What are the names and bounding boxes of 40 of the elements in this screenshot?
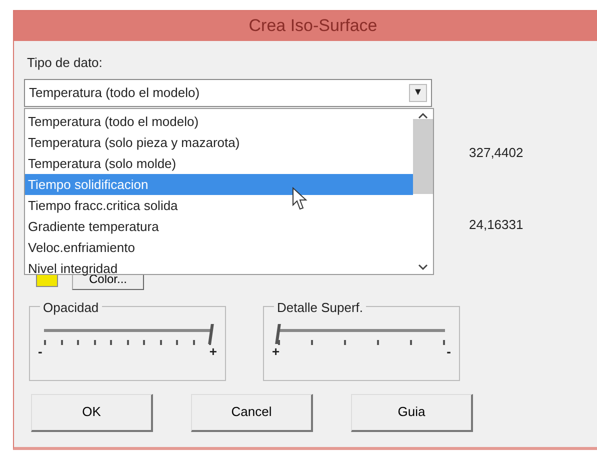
tick-mark: [278, 340, 280, 344]
dialog-button[interactable]: OK: [31, 394, 153, 432]
min-label: +: [272, 344, 280, 358]
dialog-button[interactable]: Guia: [351, 394, 473, 432]
min-label: -: [38, 344, 42, 358]
max-label: +: [209, 344, 217, 358]
dropdown-option[interactable]: Temperatura (todo el modelo): [25, 111, 413, 132]
scroll-down-icon[interactable]: [418, 264, 428, 271]
dropdown-option[interactable]: Veloc.enfriamiento: [25, 237, 413, 258]
tick-mark: [143, 340, 145, 344]
tick-mark: [44, 340, 46, 344]
dropdown-option[interactable]: Gradiente temperatura: [25, 216, 413, 237]
cursor-icon: [292, 187, 308, 211]
max-label: -: [446, 344, 451, 358]
tick-mark: [443, 340, 445, 344]
field-label: Tipo de dato:: [27, 54, 102, 72]
tick-mark: [77, 340, 79, 344]
tick-mark: [110, 340, 112, 344]
tick-mark: [410, 340, 412, 344]
data-type-dropdown[interactable]: Temperatura (todo el modelo) ▼: [24, 78, 432, 106]
tick-mark: [126, 340, 128, 344]
tick-mark: [311, 340, 313, 344]
tick-mark: [60, 340, 62, 344]
slider-thumb[interactable]: [208, 324, 214, 344]
dropdown-option[interactable]: Temperatura (solo pieza y mazarota): [25, 132, 413, 153]
tick-mark: [176, 340, 178, 344]
window-title: Crea Iso-Surface: [14, 11, 597, 41]
scroll-up-icon[interactable]: [418, 112, 428, 119]
dialog-button[interactable]: Cancel: [191, 394, 313, 432]
slider-thumb[interactable]: [275, 324, 281, 344]
tick-mark: [377, 340, 379, 344]
value-text: 24,16331: [469, 216, 524, 234]
tick-mark: [94, 340, 96, 344]
dropdown-option[interactable]: Temperatura (solo molde): [25, 153, 413, 174]
scrollbar-thumb[interactable]: [413, 119, 433, 194]
value-text: 327,4402: [469, 144, 524, 162]
tick-mark: [160, 340, 162, 344]
dropdown-option[interactable]: Tiempo fracc.critica solida: [25, 195, 413, 216]
tick-mark: [192, 340, 194, 344]
tick-mark: [344, 340, 346, 344]
